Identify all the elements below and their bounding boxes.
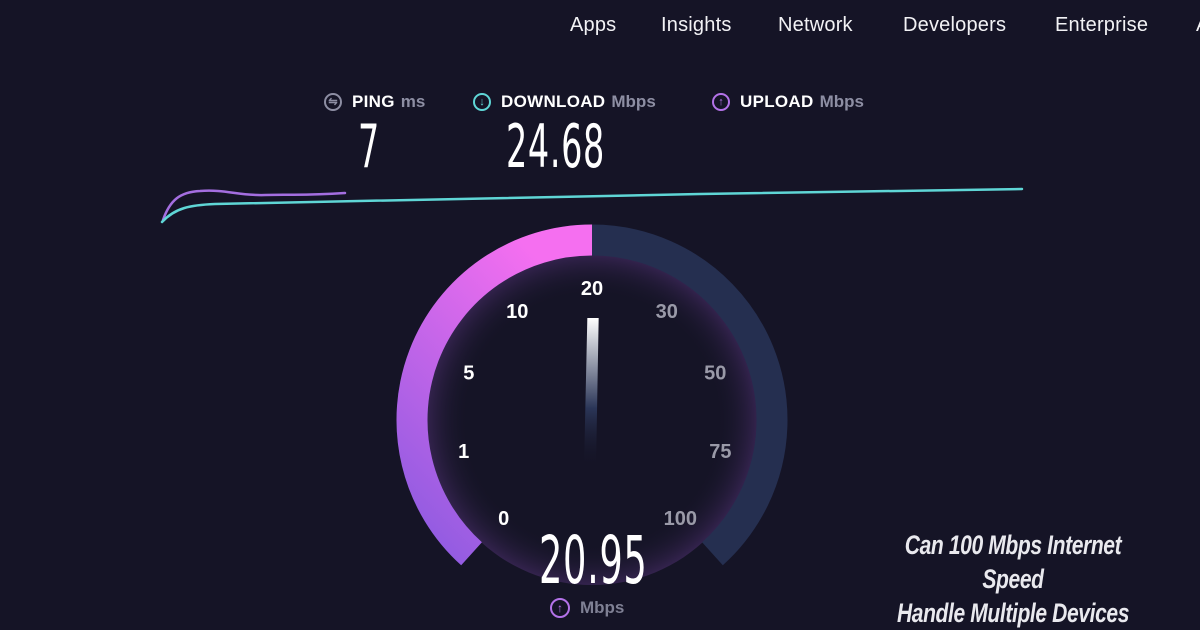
- gauge-unit-row: ↑ Mbps: [550, 598, 624, 618]
- gauge-current-value: 20.95: [539, 522, 648, 599]
- gauge-tick-5: 5: [463, 363, 474, 385]
- article-headline: Can 100 Mbps Internet Speed Handle Multi…: [884, 528, 1141, 630]
- gauge-tick-75: 75: [709, 441, 731, 463]
- gauge-tick-50: 50: [704, 363, 726, 385]
- headline-line-2: Handle Multiple Devices: [896, 598, 1130, 628]
- headline-line-1: Can 100 Mbps Internet Speed: [904, 530, 1122, 594]
- gauge-tick-1: 1: [458, 441, 469, 463]
- gauge-unit-label: Mbps: [580, 598, 625, 617]
- gauge-tick-10: 10: [506, 301, 528, 323]
- gauge-tick-20: 20: [581, 278, 603, 300]
- gauge-tick-100: 100: [664, 508, 697, 530]
- upload-arrow-icon: ↑: [550, 598, 570, 618]
- gauge-tick-30: 30: [656, 301, 678, 323]
- gauge-tick-0: 0: [498, 508, 509, 530]
